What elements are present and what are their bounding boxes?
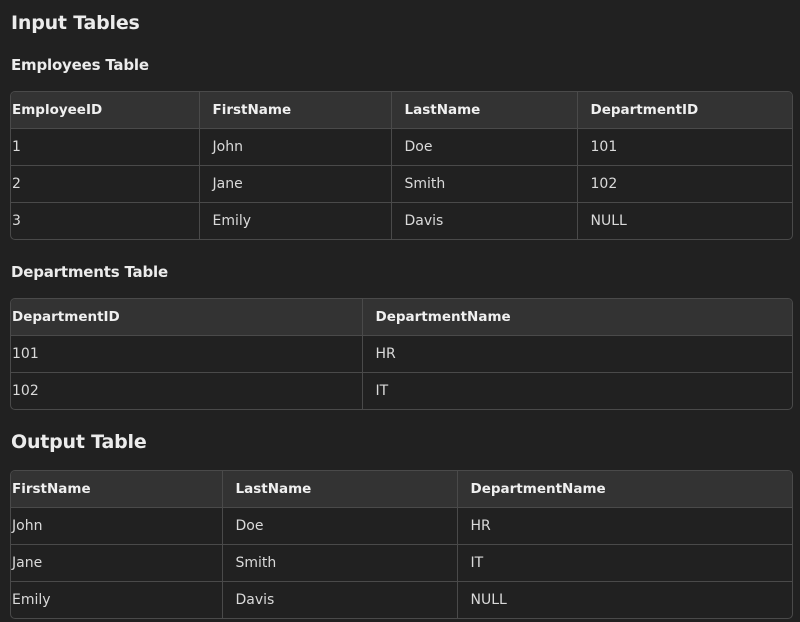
departments-table: DepartmentID DepartmentName 101 HR 102 I… (10, 298, 793, 410)
table-cell: 1 (11, 128, 200, 166)
table-cell: NULL (590, 213, 627, 229)
table-row: 3 Emily Davis NULL (11, 202, 792, 239)
table-cell: Emily (11, 581, 223, 618)
departments-table-heading: Departments Table (11, 263, 168, 281)
table-cell: Emily (199, 202, 392, 239)
table-cell: Jane (199, 165, 392, 203)
column-header: FirstName (11, 471, 223, 508)
table-cell: IT (375, 383, 389, 399)
table-row: John Doe HR (11, 507, 792, 545)
input-tables-heading: Input Tables (11, 12, 140, 34)
table-cell: Davis (222, 581, 458, 618)
table-cell: Doe (222, 507, 458, 545)
output-table-heading: Output Table (11, 431, 147, 453)
output-table: FirstName LastName DepartmentName John D… (10, 470, 793, 619)
table-row: 2 Jane Smith 102 (11, 165, 792, 203)
column-header: DepartmentID (11, 299, 363, 336)
table-cell: 102 (11, 372, 363, 409)
table-cell: John (11, 507, 223, 545)
table-row: Emily Davis NULL (11, 581, 792, 618)
column-header: LastName (222, 471, 458, 508)
table-cell: Smith (391, 165, 578, 203)
table-cell: 2 (11, 165, 200, 203)
table-row: 1 John Doe 101 (11, 128, 792, 166)
table-cell: 3 (11, 202, 200, 239)
column-header: DepartmentName (362, 299, 792, 336)
table-cell: Davis (391, 202, 578, 239)
table-cell: NULL (470, 592, 507, 608)
table-cell: 101 (11, 335, 363, 373)
table-row: 102 IT (11, 372, 792, 409)
table-cell: HR (457, 507, 792, 545)
table-header-row: FirstName LastName DepartmentName (11, 471, 792, 508)
column-header: DepartmentID (577, 92, 792, 129)
table-row: Jane Smith IT (11, 544, 792, 582)
table-cell: Smith (222, 544, 458, 582)
table-cell: John (199, 128, 392, 166)
table-cell: 102 (577, 165, 792, 203)
table-header-row: DepartmentID DepartmentName (11, 299, 792, 336)
column-header: EmployeeID (11, 92, 200, 129)
table-cell: Doe (391, 128, 578, 166)
table-cell: IT (457, 544, 792, 582)
column-header: FirstName (199, 92, 392, 129)
column-header: LastName (391, 92, 578, 129)
table-cell: 101 (577, 128, 792, 166)
employees-table-heading: Employees Table (11, 56, 149, 74)
employees-table: EmployeeID FirstName LastName Department… (10, 91, 793, 240)
table-header-row: EmployeeID FirstName LastName Department… (11, 92, 792, 129)
table-cell: Jane (11, 544, 223, 582)
table-cell: HR (362, 335, 792, 373)
table-row: 101 HR (11, 335, 792, 373)
column-header: DepartmentName (457, 471, 792, 508)
